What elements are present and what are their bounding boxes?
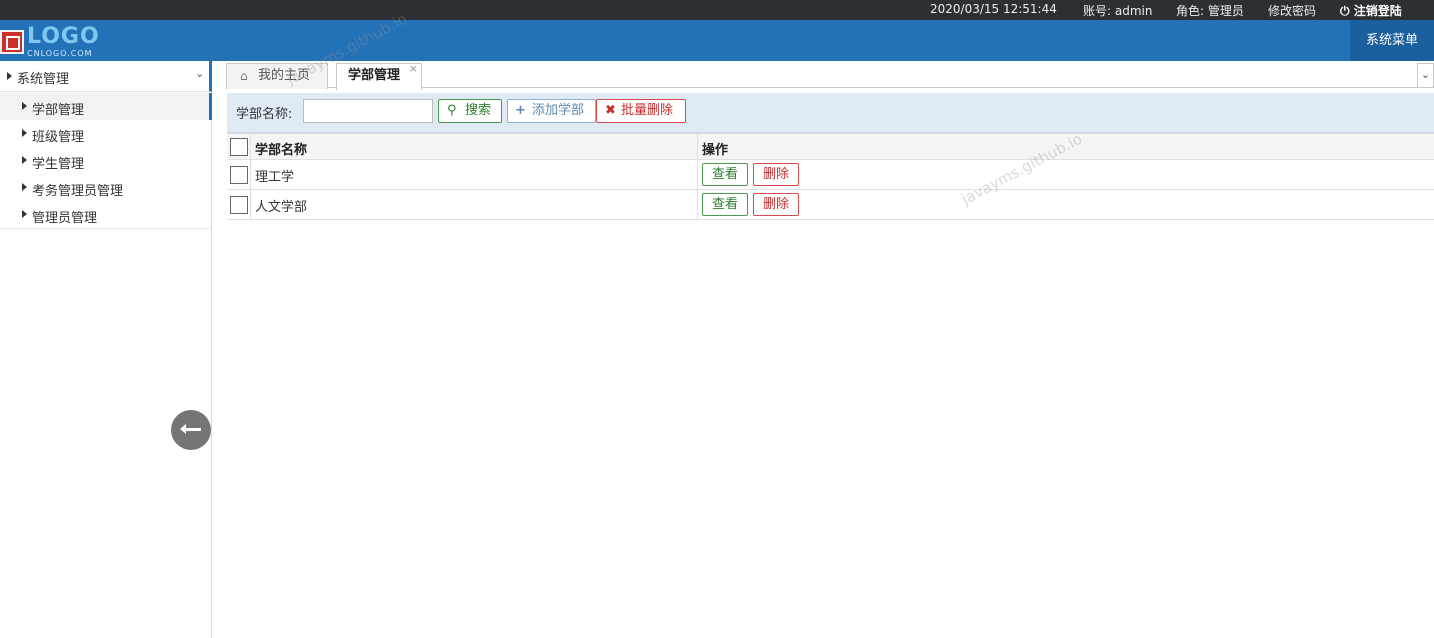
search-toolbar: 学部名称: ⚲ 搜索 + 添加学部 ✖ 批量删除: [227, 93, 1434, 133]
tab-bar: ⌂ 我的主页 学部管理 ×: [226, 61, 1434, 90]
double-chevron-down-icon: ⌄: [1420, 68, 1431, 81]
logo-subtext: CNLOGO.COM: [27, 49, 93, 58]
search-icon: ⚲: [447, 103, 457, 118]
tab-home[interactable]: ⌂ 我的主页: [226, 63, 328, 89]
system-menu-button[interactable]: 系统菜单: [1350, 20, 1434, 61]
sidebar-group-system-management[interactable]: 系统管理 ⌄: [0, 61, 212, 92]
caret-right-icon: [22, 102, 27, 110]
logo-text: LOGO: [27, 24, 100, 49]
column-divider: [250, 160, 251, 189]
department-name-cell: 人文学部: [255, 200, 308, 215]
sidebar-item-admin[interactable]: 管理员管理: [0, 201, 212, 228]
caret-right-icon: [22, 183, 27, 191]
search-label: 学部名称:: [236, 107, 293, 122]
column-divider: [697, 134, 698, 159]
sidebar-group-label: 系统管理: [17, 72, 70, 87]
tab-department-management[interactable]: 学部管理 ×: [336, 62, 422, 90]
header-bar: LOGO CNLOGO.COM 系统菜单: [0, 20, 1434, 61]
column-divider: [250, 190, 251, 219]
logo-mark-icon: [0, 30, 24, 54]
sidebar-item-department[interactable]: 学部管理: [0, 93, 212, 120]
sidebar-item-label: 班级管理: [32, 130, 85, 145]
search-button-label: 搜索: [465, 103, 492, 118]
close-icon: ✖: [605, 103, 616, 118]
sidebar-item-label: 学部管理: [32, 103, 85, 118]
plus-icon: +: [515, 103, 526, 118]
datetime-display: 2020/03/15 12:51:44: [930, 2, 1057, 16]
delete-button[interactable]: 删除: [753, 163, 799, 186]
sidebar-item-label: 学生管理: [32, 157, 85, 172]
column-header-actions: 操作: [702, 143, 729, 158]
caret-right-icon: [7, 72, 12, 80]
sidebar-item-label: 管理员管理: [32, 211, 98, 226]
sidebar-item-exam-admin[interactable]: 考务管理员管理: [0, 174, 212, 201]
view-button[interactable]: 查看: [702, 193, 748, 216]
caret-right-icon: [22, 156, 27, 164]
batch-delete-label: 批量删除: [621, 103, 674, 118]
table-header-row: 学部名称 操作: [227, 133, 1434, 160]
change-password-link[interactable]: 修改密码: [1268, 2, 1316, 19]
row-checkbox[interactable]: [230, 166, 248, 184]
account-display: 账号: admin: [1083, 4, 1153, 18]
add-department-button[interactable]: + 添加学部: [507, 99, 596, 123]
tab-list-dropdown-button[interactable]: ⌄: [1417, 63, 1434, 88]
logout-link[interactable]: ⏻ 注销登陆: [1340, 2, 1402, 19]
tab-label: 学部管理: [348, 68, 401, 83]
sidebar-item-student[interactable]: 学生管理: [0, 147, 212, 174]
power-icon: ⏻: [1340, 4, 1350, 18]
tab-label: 我的主页: [258, 68, 311, 83]
sidebar-divider: [0, 228, 212, 229]
sidebar-item-label: 考务管理员管理: [32, 184, 124, 199]
table-row: 理工学 查看 删除: [227, 160, 1434, 190]
close-icon[interactable]: ×: [409, 57, 418, 81]
home-icon: ⌂: [240, 69, 248, 83]
sidebar-collapse-button[interactable]: [171, 410, 211, 450]
column-divider: [697, 190, 698, 219]
caret-right-icon: [22, 129, 27, 137]
delete-button[interactable]: 删除: [753, 193, 799, 216]
row-checkbox[interactable]: [230, 196, 248, 214]
select-all-checkbox[interactable]: [230, 138, 248, 156]
batch-delete-button[interactable]: ✖ 批量删除: [596, 99, 686, 123]
view-button[interactable]: 查看: [702, 163, 748, 186]
search-button[interactable]: ⚲ 搜索: [438, 99, 502, 123]
sidebar-item-class[interactable]: 班级管理: [0, 120, 212, 147]
logout-label: 注销登陆: [1353, 4, 1402, 18]
caret-right-icon: [22, 210, 27, 218]
top-status-bar: 2020/03/15 12:51:44 账号: admin 角色: 管理员 修改…: [0, 0, 1434, 20]
column-divider: [697, 160, 698, 189]
logo: LOGO CNLOGO.COM: [0, 23, 120, 59]
column-divider: [250, 134, 251, 159]
add-department-label: 添加学部: [532, 103, 585, 118]
role-display: 角色: 管理员: [1176, 4, 1244, 18]
department-name-search-input[interactable]: [303, 99, 433, 123]
sidebar: 系统管理 ⌄ 学部管理 班级管理 学生管理 考务管理员管理 管理员管理: [0, 61, 212, 638]
column-header-name: 学部名称: [255, 143, 308, 158]
table-row: 人文学部 查看 删除: [227, 190, 1434, 220]
chevron-down-icon: ⌄: [195, 67, 205, 80]
department-name-cell: 理工学: [255, 170, 295, 185]
